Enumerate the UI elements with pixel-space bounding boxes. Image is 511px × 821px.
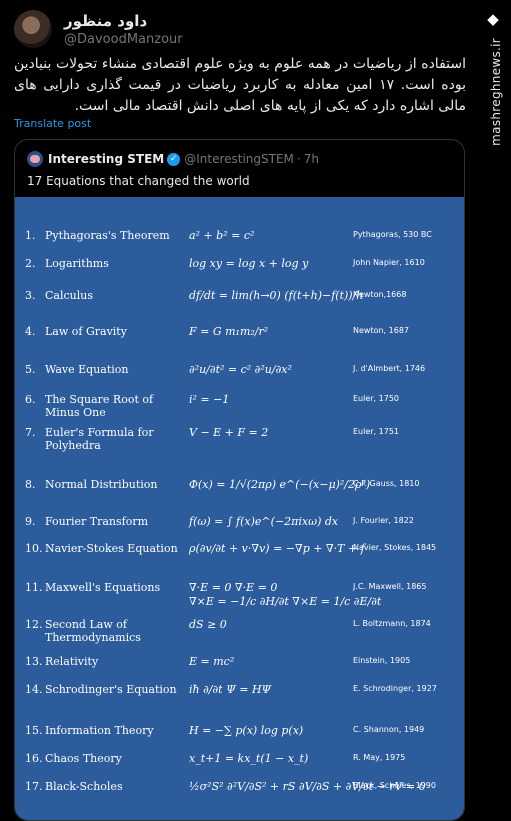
equation-name: Euler's Formula for Polyhedra (45, 426, 154, 452)
author-handle[interactable]: @DavoodManzour (64, 32, 183, 47)
equation-credit: L. Boltzmann, 1874 (353, 619, 431, 628)
brand-logo-icon: ◆ (487, 10, 499, 28)
tweet-text: استفاده از ریاضیات در همه علوم به ویژه ع… (14, 56, 466, 114)
quoted-tweet-header: Interesting STEM ✓ @InterestingSTEM · 7h (27, 150, 319, 168)
equation-formula: df/dt = lim(h→0) (f(t+h)−f(t))/h (189, 289, 364, 302)
equation-name: The Square Root of Minus One (45, 393, 154, 419)
equation-credit: J. d'Almbert, 1746 (353, 364, 426, 373)
equation-formula: Φ(x) = 1/√(2πρ) e^(−(x−μ)²/2ρ²) (189, 478, 371, 491)
equation-number: 15. (25, 724, 43, 737)
tweet-header: داود منظور @DavoodManzour (14, 8, 454, 48)
equation-name: Black-Scholes (45, 780, 123, 793)
quoted-tweet[interactable]: Interesting STEM ✓ @InterestingSTEM · 7h… (14, 139, 465, 821)
equation-name: Second Law of Thermodynamics (45, 618, 141, 644)
equation-formula: ∂²u/∂t² = c² ∂²u/∂x² (189, 363, 292, 376)
equation-name: Maxwell's Equations (45, 581, 161, 594)
equation-name: Fourier Transform (45, 515, 149, 528)
equation-credit: Black, Scholes, 1990 (353, 781, 436, 790)
equation-credit: Euler, 1751 (353, 427, 400, 436)
equation-credit: Euler, 1750 (353, 394, 400, 403)
equation-number: 11. (25, 581, 43, 594)
equation-name: Relativity (45, 655, 99, 668)
verified-badge-icon: ✓ (167, 152, 181, 166)
meta-separator: · (296, 152, 301, 166)
equation-credit: R. May, 1975 (353, 753, 406, 762)
equation-credit: J. Fourier, 1822 (353, 516, 414, 525)
equation-number: 1. (25, 229, 36, 242)
equation-number: 9. (25, 515, 36, 528)
equation-formula: iħ ∂/∂t Ψ = HΨ (189, 683, 272, 696)
quoted-author-name[interactable]: Interesting STEM (48, 152, 164, 166)
quoted-tweet-text: 17 Equations that changed the world (27, 174, 250, 188)
equation-number: 2. (25, 257, 36, 270)
equation-formula: f(ω) = ∫ f(x)e^(−2πixω) dx (189, 515, 339, 528)
equation-credit: E. Schrodinger, 1927 (353, 684, 437, 693)
equation-formula: E = mc² (189, 655, 235, 668)
quoted-avatar[interactable] (27, 151, 43, 167)
equation-name: Wave Equation (45, 363, 129, 376)
quoted-author-handle[interactable]: @InterestingSTEM (184, 152, 294, 166)
avatar[interactable] (14, 10, 52, 48)
equation-number: 13. (25, 655, 43, 668)
watermark: ◆ mashreghnews.ir (475, 10, 505, 146)
equation-name: Calculus (45, 289, 93, 302)
equation-formula: log xy = log x + log y (189, 257, 309, 270)
author-display-name[interactable]: داود منظور (64, 12, 147, 30)
equation-name: Schrodinger's Equation (45, 683, 177, 696)
equation-number: 14. (25, 683, 43, 696)
equation-credit: C.F. Gauss, 1810 (353, 479, 420, 488)
equation-number: 4. (25, 325, 36, 338)
equation-credit: Einstein, 1905 (353, 656, 411, 665)
equation-number: 5. (25, 363, 36, 376)
equation-name: Information Theory (45, 724, 154, 737)
equation-number: 17. (25, 780, 43, 793)
equation-formula: i² = −1 (189, 393, 230, 406)
equation-formula-line-2: ∇×E = −1/c ∂H/∂t ∇×E = 1/c ∂E/∂t (189, 595, 382, 608)
equation-number: 8. (25, 478, 36, 491)
equation-credit: Newton,1668 (353, 290, 407, 299)
equation-credit: John Napier, 1610 (353, 258, 425, 267)
equation-formula: ρ(∂v/∂t + v·∇v) = −∇p + ∇·T + f (189, 542, 365, 555)
equation-name: Logarithms (45, 257, 109, 270)
equation-name: Normal Distribution (45, 478, 158, 491)
equation-name: Law of Gravity (45, 325, 127, 338)
equation-credit: C. Shannon, 1949 (353, 725, 425, 734)
equation-formula: ½σ²S² ∂²V/∂S² + rS ∂V/∂S + ∂V/∂t − rV = … (189, 780, 426, 793)
equation-number: 12. (25, 618, 43, 631)
equation-formula: H = −∑ p(x) log p(x) (189, 724, 304, 737)
equation-formula: x_t+1 = kx_t(1 − x_t) (189, 752, 309, 765)
equation-formula: F = G m₁m₂/r² (189, 325, 269, 338)
equation-formula: V − E + F = 2 (189, 426, 269, 439)
equation-credit: Pythagoras, 530 BC (353, 230, 432, 239)
equation-number: 6. (25, 393, 36, 406)
quoted-timestamp[interactable]: 7h (304, 152, 319, 166)
equations-image[interactable]: 1. Pythagoras's Theorem a² + b² = c² Pythag… (15, 197, 464, 820)
equation-number: 16. (25, 752, 43, 765)
equation-formula: a² + b² = c² (189, 229, 255, 242)
equation-name: Navier-Stokes Equation (45, 542, 178, 555)
equation-number: 7. (25, 426, 36, 439)
equation-credit: J.C. Maxwell, 1865 (353, 582, 427, 591)
translate-post-link[interactable]: Translate post (14, 117, 91, 130)
equation-credit: Navier, Stokes, 1845 (353, 543, 437, 552)
equation-number: 3. (25, 289, 36, 302)
equation-name: Pythagoras's Theorem (45, 229, 170, 242)
equation-name: Chaos Theory (45, 752, 122, 765)
equation-formula: ∇·E = 0 ∇·E = 0 (189, 581, 278, 594)
equation-number: 10. (25, 542, 43, 555)
equation-credit: Newton, 1687 (353, 326, 409, 335)
brand-url: mashreghnews.ir (489, 38, 503, 146)
equation-formula: dS ≥ 0 (189, 618, 227, 631)
